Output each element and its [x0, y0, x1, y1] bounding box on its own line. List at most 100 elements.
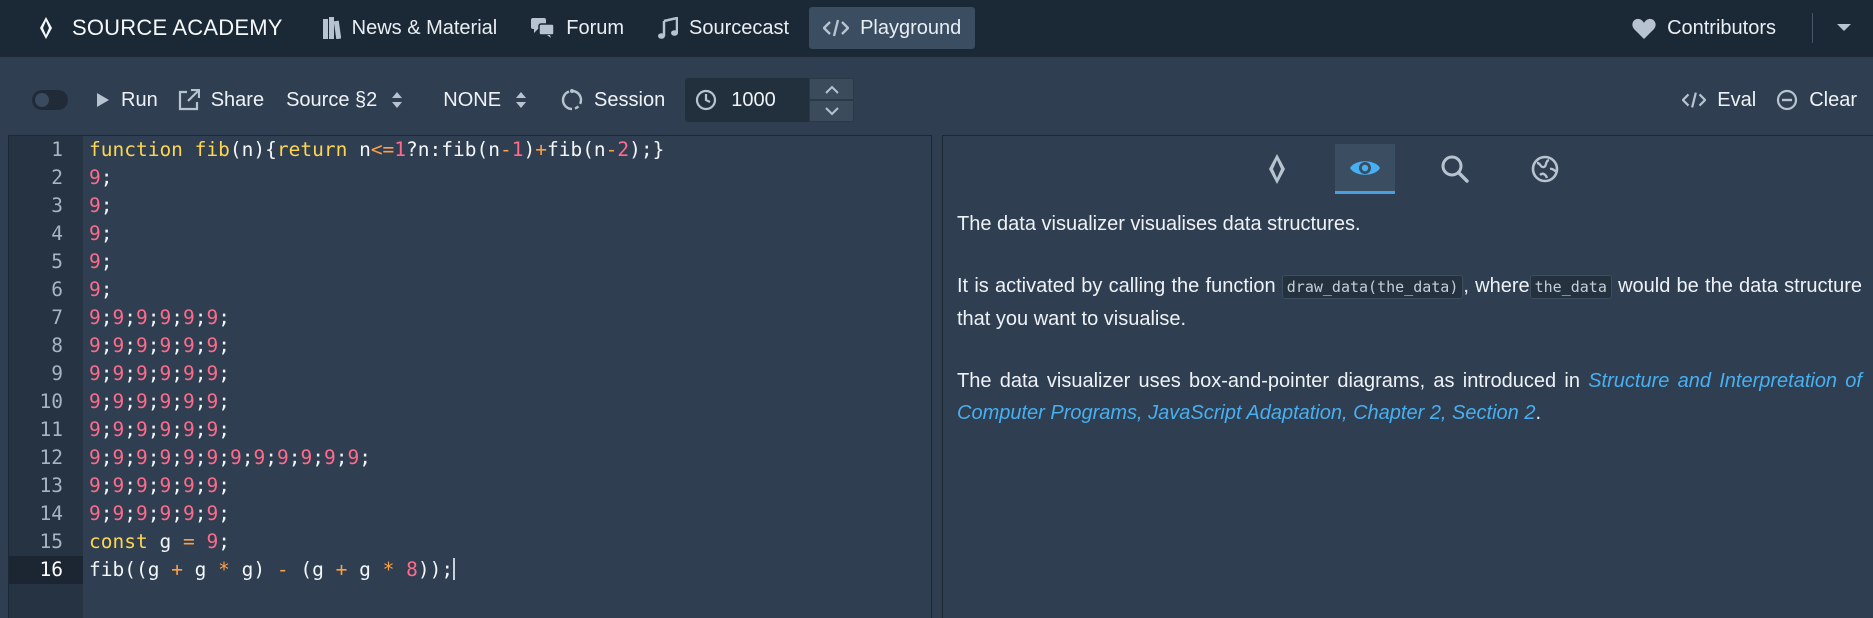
variant-value: NONE [443, 88, 502, 111]
execution-time-control: 1000 [685, 78, 855, 122]
inline-code: draw_data(the_data) [1281, 275, 1464, 299]
clear-button[interactable]: Clear [1766, 80, 1867, 120]
eval-label: Eval [1717, 88, 1757, 111]
code-text: 9; [89, 278, 113, 301]
editor-line[interactable]: 7 9;9;9;9;9;9; [9, 304, 929, 332]
editor-line[interactable]: 5 9; [9, 248, 929, 276]
line-number: 13 [39, 474, 63, 497]
brand-title: SOURCE ACADEMY [72, 15, 283, 40]
more-menu-button[interactable] [1827, 19, 1873, 37]
text-cursor [453, 558, 456, 580]
code-text: 9; [89, 250, 113, 273]
line-number: 15 [39, 530, 63, 553]
language-select[interactable]: Source §2 [274, 89, 415, 112]
editor-line[interactable]: 14 9;9;9;9;9;9; [9, 500, 929, 528]
line-number: 7 [51, 306, 63, 329]
execution-time-input[interactable]: 1000 [685, 78, 810, 122]
session-button[interactable]: Session [551, 80, 675, 120]
book-icon [322, 17, 341, 39]
language-value: Source §2 [286, 88, 378, 111]
heart-icon [1632, 18, 1656, 39]
text: . [1535, 402, 1541, 424]
code-text: 9;9;9;9;9;9; [89, 474, 230, 497]
code-editor[interactable]: 1 function fib(n){return n<=1?n:fib(n-1)+… [8, 135, 932, 618]
brand[interactable]: SOURCE ACADEMY [40, 15, 283, 41]
line-number: 8 [51, 334, 63, 357]
editor-line[interactable]: 8 9;9;9;9;9;9; [9, 332, 929, 360]
editor-line[interactable]: 13 9;9;9;9;9;9; [9, 472, 929, 500]
globe-icon [1531, 155, 1559, 183]
share-button[interactable]: Share [168, 80, 274, 120]
variant-select[interactable]: NONE [431, 89, 539, 112]
tab-inspector[interactable] [1425, 144, 1485, 194]
nav-label: Sourcecast [689, 16, 790, 39]
nav-label: Contributors [1667, 16, 1776, 39]
double-caret-icon [516, 92, 527, 108]
line-number: 9 [51, 362, 63, 385]
code-text: 9; [89, 222, 113, 245]
code-text: 9;9;9;9;9;9; [89, 502, 230, 525]
top-navbar: SOURCE ACADEMY News & Material Forum Sou… [0, 0, 1873, 56]
run-button[interactable]: Run [86, 80, 168, 120]
search-icon [1441, 155, 1469, 183]
nav-news-material[interactable]: News & Material [309, 7, 512, 49]
nav-playground[interactable]: Playground [809, 7, 976, 49]
source-academy-logo-icon [40, 17, 52, 39]
data-visualizer-icon [1350, 160, 1380, 175]
editor-line[interactable]: 10 9;9;9;9;9;9; [9, 388, 929, 416]
editor-line[interactable]: 2 9; [9, 164, 929, 192]
editor-line[interactable]: 9 9;9;9;9;9;9; [9, 360, 929, 388]
session-label: Session [594, 88, 666, 111]
editor-line[interactable]: 11 9;9;9;9;9;9; [9, 416, 929, 444]
description-paragraph-3: The data visualizer uses box-and-pointer… [957, 365, 1862, 429]
editor-toolbar: Run Share Source §2 NONE Session 1000 Ev… [0, 72, 1873, 128]
tab-data-visualizer[interactable] [1335, 144, 1395, 194]
autorun-toggle[interactable] [32, 90, 68, 110]
execution-time-stepper [809, 78, 855, 122]
tab-env-visualizer[interactable] [1247, 144, 1307, 194]
tab-globals[interactable] [1515, 144, 1575, 194]
description-paragraph-2: It is activated by calling the function … [957, 270, 1862, 335]
nav-sourcecast[interactable]: Sourcecast [644, 7, 803, 49]
code-icon [1682, 92, 1707, 108]
decrement-button[interactable] [809, 100, 855, 122]
description-paragraph-1: The data visualizer visualises data stru… [957, 213, 1361, 235]
increment-button[interactable] [809, 78, 855, 100]
code-text: 9;9;9;9;9;9; [89, 334, 230, 357]
run-label: Run [121, 88, 158, 111]
code-text: function fib(n){return n<=1?n:fib(n-1)+f… [89, 138, 665, 161]
data-visualizer-description: The data visualizer visualises data stru… [957, 208, 1862, 459]
clock-icon [696, 89, 717, 111]
code-text: 9;9;9;9;9;9; [89, 362, 230, 385]
clear-label: Clear [1809, 88, 1857, 111]
code-text: 9;9;9;9;9;9; [89, 306, 230, 329]
line-number: 16 [39, 558, 63, 581]
editor-line[interactable]: 12 9;9;9;9;9;9;9;9;9;9;9;9; [9, 444, 929, 472]
editor-line-current[interactable]: 16 fib((g + g * g) - (g + g * 8)); [9, 556, 929, 584]
line-number: 12 [39, 446, 63, 469]
execution-time-value: 1000 [731, 88, 776, 111]
editor-line[interactable]: 1 function fib(n){return n<=1?n:fib(n-1)+… [9, 136, 929, 164]
topbar-right: Contributors [1618, 0, 1873, 56]
line-number: 14 [39, 502, 63, 525]
nav-contributors[interactable]: Contributors [1618, 7, 1790, 49]
text: , where [1463, 275, 1530, 297]
caret-down-icon [1837, 24, 1851, 31]
code-text: 9; [89, 194, 113, 217]
share-label: Share [210, 88, 265, 111]
editor-line[interactable]: 3 9; [9, 192, 929, 220]
nav-forum[interactable]: Forum [517, 7, 638, 49]
eval-button[interactable]: Eval [1672, 80, 1766, 120]
code-icon [823, 19, 850, 37]
line-number: 11 [39, 418, 63, 441]
editor-line[interactable]: 15 const g = 9; [9, 528, 929, 556]
double-caret-icon [392, 92, 403, 108]
chevron-up-icon [824, 85, 839, 94]
music-icon [658, 17, 679, 39]
text: It is activated by calling the function [957, 275, 1282, 297]
editor-line[interactable]: 4 9; [9, 220, 929, 248]
line-number: 2 [51, 166, 63, 189]
editor-line[interactable]: 6 9; [9, 276, 929, 304]
code-text: 9;9;9;9;9;9; [89, 390, 230, 413]
minus-circle-icon [1777, 89, 1798, 111]
